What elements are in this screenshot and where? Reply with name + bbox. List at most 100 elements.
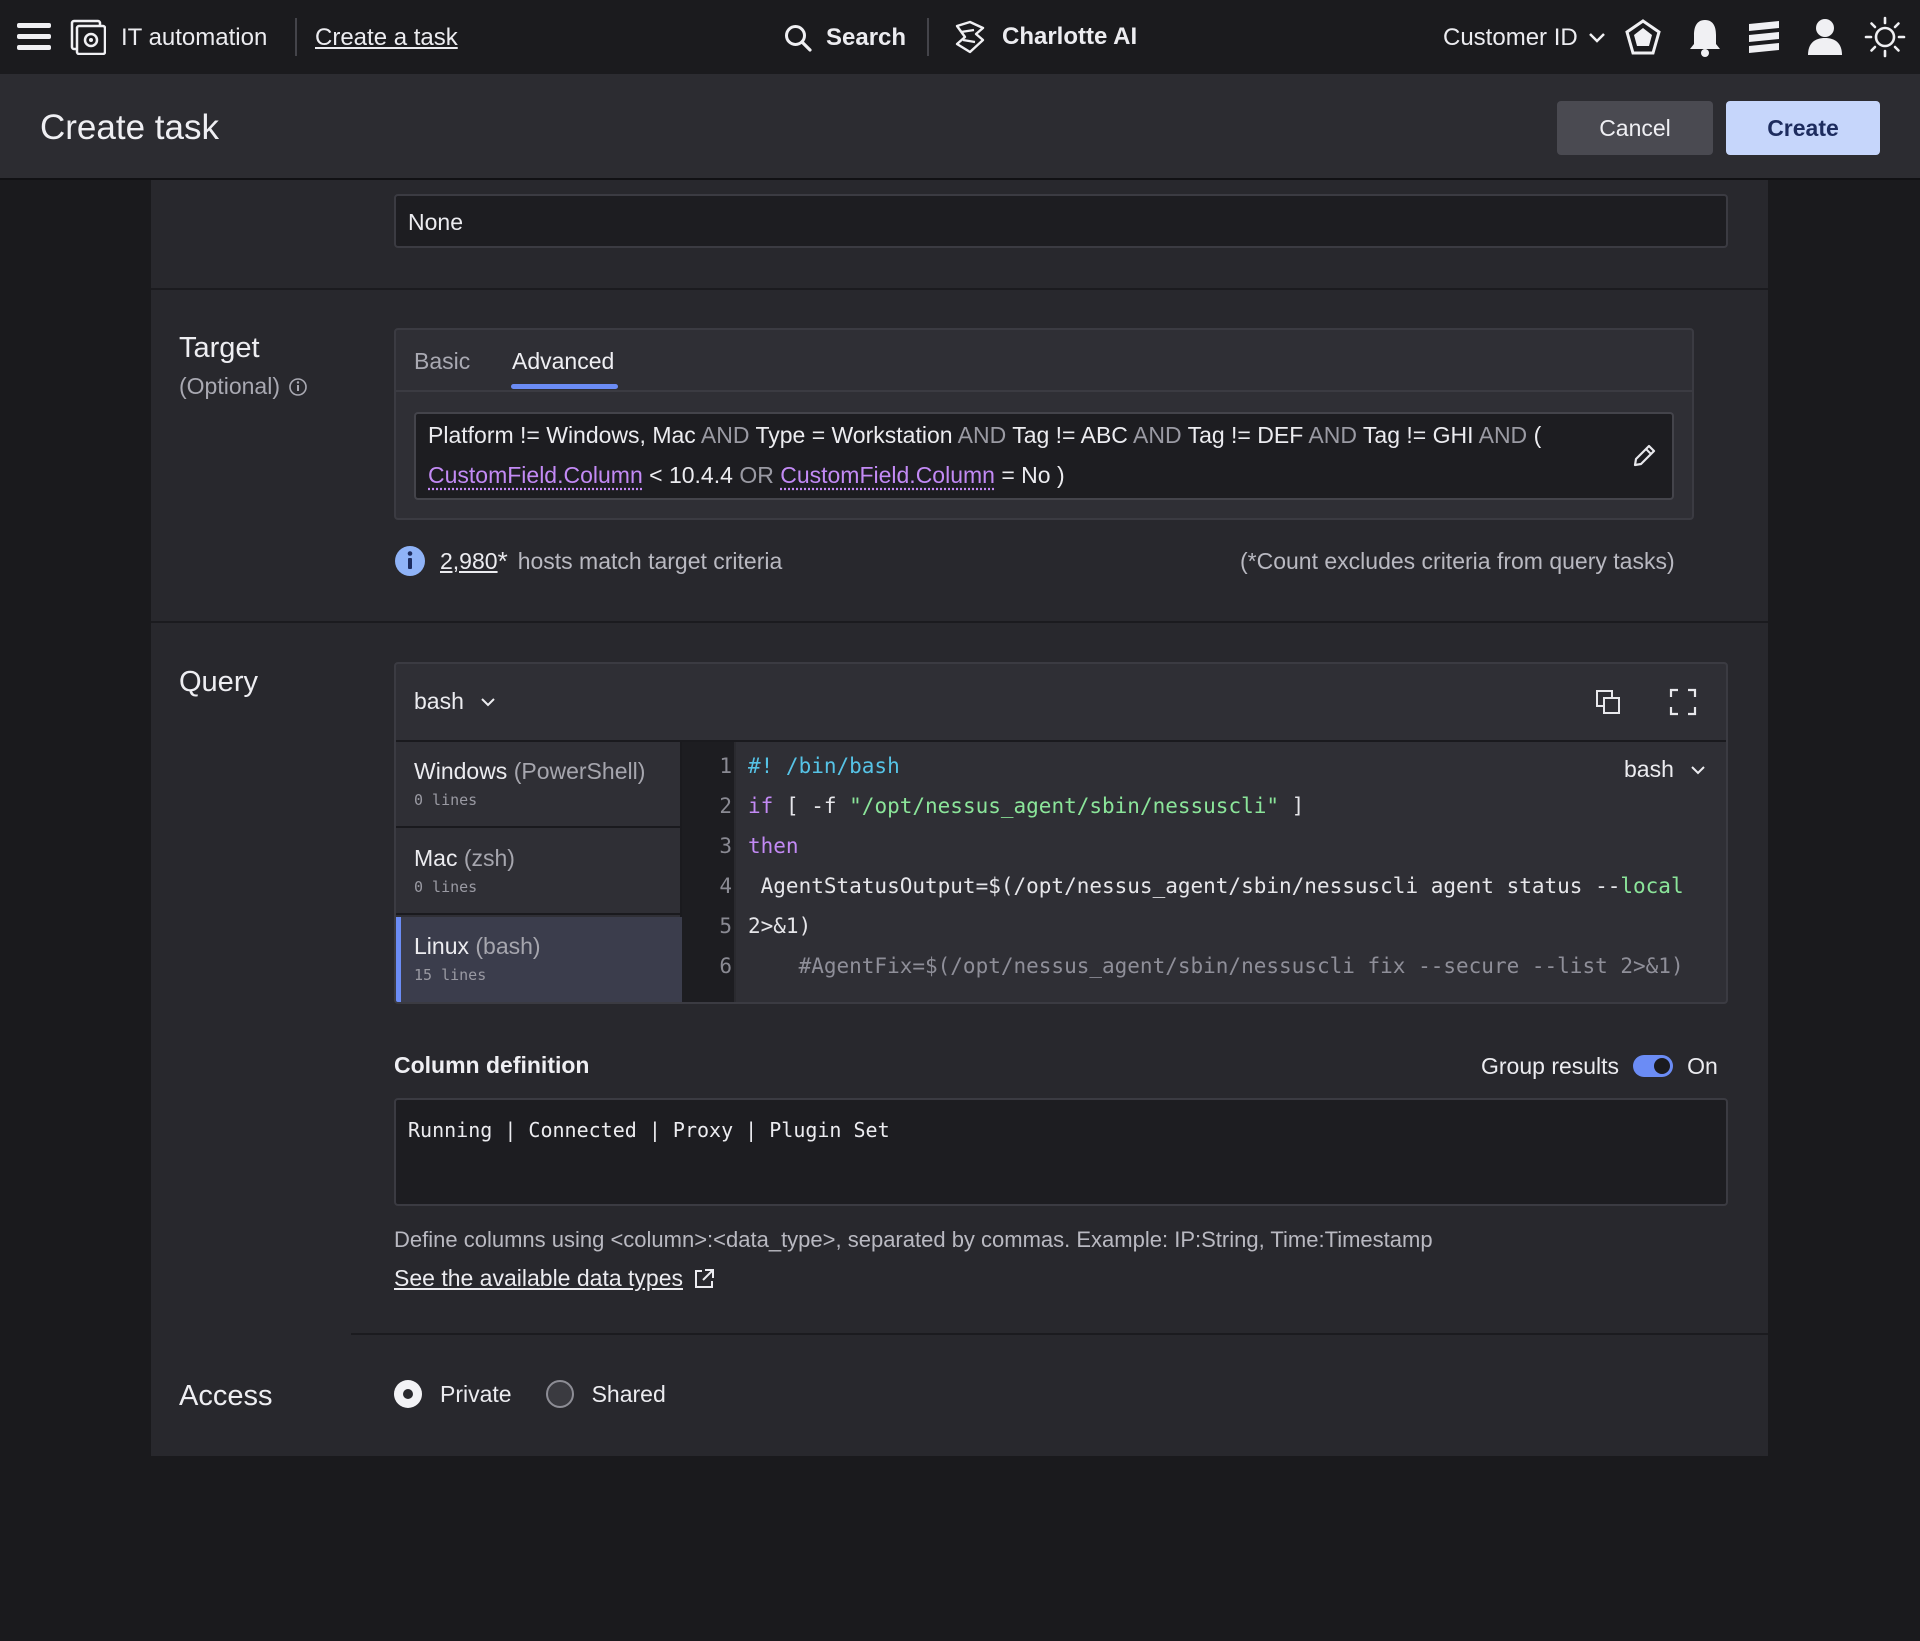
page-header: Create task Cancel Create bbox=[0, 74, 1920, 180]
chevron-down-icon bbox=[481, 697, 495, 706]
os-name: Windows bbox=[414, 758, 508, 784]
create-button[interactable]: Create bbox=[1726, 101, 1880, 155]
group-results: Group results On bbox=[1481, 1050, 1718, 1082]
editor-language-select[interactable]: bash bbox=[1624, 756, 1706, 783]
target-query-line-2: CustomField.Column < 10.4.4 OR CustomFie… bbox=[428, 462, 1065, 489]
column-definition-label: Column definition bbox=[394, 1052, 590, 1078]
tab-advanced[interactable]: Advanced bbox=[512, 348, 614, 375]
column-definition-input[interactable]: Running | Connected | Proxy | Plugin Set bbox=[394, 1098, 1728, 1206]
query-operator: AND bbox=[1473, 422, 1534, 448]
code-text: #AgentFix=$(/opt/nessus_agent/sbin/nessu… bbox=[748, 954, 1684, 978]
hamburger-menu-icon[interactable] bbox=[17, 20, 51, 54]
target-section-label: Target bbox=[179, 332, 260, 364]
access-radio-group: Private Shared bbox=[394, 1380, 666, 1408]
toggle-knob bbox=[1654, 1058, 1671, 1074]
target-box: Basic Advanced Platform != Windows, Mac … bbox=[394, 328, 1694, 520]
previous-section-field[interactable]: None bbox=[394, 194, 1728, 248]
customer-id-label: Customer ID bbox=[1443, 24, 1578, 51]
code-token: 2>&1) bbox=[748, 914, 812, 938]
it-automation-icon bbox=[70, 19, 106, 55]
section-divider bbox=[151, 288, 1768, 290]
code-text: AgentStatusOutput=$(/opt/nessus_agent/sb… bbox=[748, 874, 1684, 898]
customer-id-select[interactable]: Customer ID bbox=[1443, 22, 1606, 54]
section-divider bbox=[351, 1333, 1768, 1335]
chevron-down-icon bbox=[1588, 33, 1605, 43]
group-results-label: Group results bbox=[1481, 1052, 1620, 1079]
code-token: AgentStatusOutput=$(/opt/nessus_agent/sb… bbox=[748, 874, 1621, 898]
query-operator: AND bbox=[952, 422, 1013, 448]
copy-icon[interactable] bbox=[1594, 688, 1622, 716]
line-number: 3 bbox=[719, 834, 732, 858]
target-tabs: Basic Advanced bbox=[396, 330, 1692, 392]
chevron-down-icon bbox=[1691, 765, 1705, 774]
query-operator: OR bbox=[739, 462, 774, 488]
os-item-mac[interactable]: Mac (zsh) 0 lines bbox=[396, 829, 682, 915]
target-optional: (Optional) bbox=[179, 373, 308, 400]
code-text: #! /bin/bash bbox=[748, 754, 900, 778]
falcon-apps-icon[interactable] bbox=[1745, 18, 1783, 56]
os-shell: (PowerShell) bbox=[513, 758, 646, 784]
os-item-windows[interactable]: Windows (PowerShell) 0 lines bbox=[396, 742, 682, 828]
host-match-text: hosts match target criteria bbox=[517, 547, 783, 574]
data-types-link[interactable]: See the available data types bbox=[394, 1265, 683, 1292]
search-icon bbox=[785, 25, 812, 52]
search-label: Search bbox=[826, 24, 907, 51]
target-query-field[interactable]: Platform != Windows, Mac AND Type = Work… bbox=[414, 412, 1674, 500]
trophy-badge-icon[interactable] bbox=[1623, 18, 1663, 58]
user-profile-icon[interactable] bbox=[1806, 17, 1844, 57]
custom-field-link[interactable]: CustomField.Column bbox=[780, 462, 995, 488]
radio-shared[interactable]: Shared bbox=[545, 1380, 666, 1408]
os-shell: (zsh) bbox=[463, 845, 515, 871]
code-token: local bbox=[1620, 874, 1684, 898]
group-results-toggle[interactable] bbox=[1633, 1055, 1674, 1077]
fullscreen-icon[interactable] bbox=[1669, 688, 1697, 716]
code-token: #AgentFix=$(/opt/nessus_agent/sbin/nessu… bbox=[748, 954, 1684, 978]
count-note: (*Count excludes criteria from query tas… bbox=[1240, 548, 1675, 574]
notification-bell-icon[interactable] bbox=[1688, 17, 1722, 57]
query-criterion: Type = Workstation bbox=[755, 422, 953, 448]
line-number: 2 bbox=[719, 794, 732, 818]
language-select[interactable]: bash bbox=[414, 688, 496, 715]
code-text: then bbox=[748, 834, 799, 858]
column-definition-value: Running | Connected | Proxy | Plugin Set bbox=[408, 1118, 890, 1142]
query-criterion: < 10.4.4 bbox=[642, 462, 740, 488]
breadcrumb-create-task-link[interactable]: Create a task bbox=[315, 24, 458, 52]
query-operator: AND bbox=[695, 422, 756, 448]
radio-shared-label: Shared bbox=[591, 1380, 666, 1407]
host-count-link[interactable]: 2,980 bbox=[440, 548, 498, 575]
search-button[interactable]: Search bbox=[784, 20, 906, 56]
charlotte-ai-button[interactable]: Charlotte AI bbox=[954, 18, 1137, 56]
tab-basic[interactable]: Basic bbox=[414, 348, 470, 375]
code-token: if bbox=[748, 794, 774, 818]
radio-private-label: Private bbox=[440, 1380, 512, 1407]
query-editor: bash Windows (PowerShell) 0 lines Mac (z… bbox=[394, 662, 1728, 1004]
os-lines: 0 lines bbox=[414, 791, 478, 809]
cancel-button[interactable]: Cancel bbox=[1557, 101, 1713, 155]
os-shell: (bash) bbox=[475, 933, 541, 959]
code-token: "/opt/nessus_agent/sbin/nessuscli" bbox=[849, 794, 1280, 818]
access-section-label: Access bbox=[179, 1380, 273, 1412]
host-count-mark: * bbox=[497, 545, 508, 576]
query-criterion: Platform != Windows, Mac bbox=[428, 422, 696, 448]
code-token: [ -f bbox=[773, 794, 850, 818]
custom-field-link[interactable]: CustomField.Column bbox=[428, 462, 643, 488]
edit-pencil-icon[interactable] bbox=[1630, 442, 1658, 470]
code-area[interactable]: bash 1 #! /bin/bash 2 if [ -f "/opt/nessus_… bbox=[682, 742, 1726, 1002]
theme-sun-icon[interactable] bbox=[1864, 16, 1906, 58]
line-number: 6 bbox=[719, 954, 732, 978]
nav-divider bbox=[295, 18, 297, 56]
top-nav: IT automation Create a task Search Charl… bbox=[0, 0, 1920, 74]
radio-checked-circle bbox=[394, 1380, 422, 1408]
info-outline-icon[interactable] bbox=[288, 377, 308, 397]
query-criterion: Tag != ABC bbox=[1012, 422, 1128, 448]
previous-section-value: None bbox=[408, 209, 463, 235]
section-divider bbox=[151, 621, 1768, 623]
radio-unchecked-circle bbox=[545, 1380, 574, 1408]
os-item-linux[interactable]: Linux (bash) 15 lines bbox=[396, 917, 682, 1002]
query-operator: AND bbox=[1303, 422, 1363, 448]
code-token: ] bbox=[1279, 794, 1305, 818]
radio-private[interactable]: Private bbox=[394, 1380, 512, 1408]
charlotte-ai-icon bbox=[955, 20, 985, 54]
os-list: Windows (PowerShell) 0 lines Mac (zsh) 0… bbox=[396, 742, 682, 1002]
query-criterion: Tag != DEF bbox=[1187, 422, 1304, 448]
